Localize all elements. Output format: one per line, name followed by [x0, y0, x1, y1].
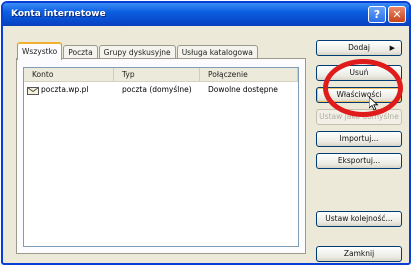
add-button[interactable]: Dodaj ▶ — [316, 40, 402, 56]
help-button[interactable]: ? — [368, 6, 386, 23]
internet-accounts-dialog: Konta internetowe ? ✕ Wszystko Poczta Gr… — [1, 1, 411, 265]
set-order-button-label: Ustaw kolejność... — [325, 214, 393, 223]
mail-account-icon — [27, 86, 39, 95]
export-button[interactable]: Eksportuj... — [316, 153, 402, 169]
export-button-label: Eksportuj... — [337, 156, 381, 165]
arrow-right-icon: ▶ — [389, 44, 395, 52]
account-name: poczta.wp.pl — [41, 85, 89, 94]
tab-panel: Konto Typ Połączenie poczta.wp.pl poczta… — [16, 58, 306, 254]
help-icon: ? — [373, 8, 381, 21]
tab-strip: Wszystko Poczta Grupy dyskusyjne Usługa … — [17, 42, 259, 60]
set-order-button[interactable]: Ustaw kolejność... — [316, 211, 402, 227]
title-bar[interactable]: Konta internetowe ? ✕ — [3, 3, 409, 26]
tab-newsgroups[interactable]: Grupy dyskusyjne — [98, 45, 176, 59]
close-button-label: Zamknij — [343, 249, 375, 258]
add-button-label: Dodaj — [348, 43, 370, 52]
import-button-label: Importuj... — [339, 134, 379, 143]
account-type: poczta (domyślne) — [122, 85, 192, 94]
highlight-circle — [323, 59, 403, 117]
account-connection: Dowolne dostępne — [208, 85, 278, 94]
window-title: Konta internetowe — [11, 9, 106, 19]
column-header-type[interactable]: Typ — [114, 68, 200, 81]
accounts-list[interactable]: Konto Typ Połączenie poczta.wp.pl poczta… — [23, 67, 299, 247]
column-header-connection[interactable]: Połączenie — [200, 68, 298, 81]
tab-mail[interactable]: Poczta — [63, 45, 98, 59]
column-header-account[interactable]: Konto — [24, 68, 114, 81]
close-button[interactable]: Zamknij — [316, 246, 402, 262]
list-header: Konto Typ Połączenie — [24, 68, 298, 82]
tab-all[interactable]: Wszystko — [17, 42, 63, 60]
account-cell: poczta.wp.pl — [24, 84, 114, 96]
import-button[interactable]: Importuj... — [316, 131, 402, 147]
mouse-cursor-icon — [368, 96, 379, 113]
close-icon: ✕ — [392, 8, 402, 21]
tab-directory-service[interactable]: Usługa katalogowa — [176, 45, 258, 59]
list-item[interactable]: poczta.wp.pl poczta (domyślne) Dowolne d… — [24, 84, 298, 96]
close-window-button[interactable]: ✕ — [388, 6, 406, 23]
